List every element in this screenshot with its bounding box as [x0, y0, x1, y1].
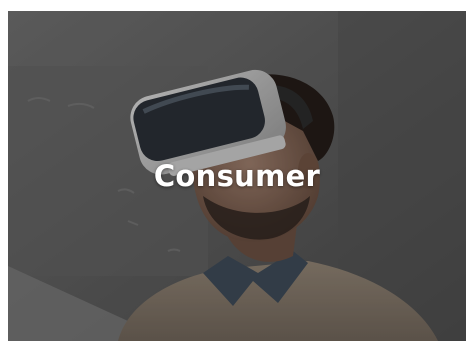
tile-title: Consumer [153, 159, 321, 193]
category-tile-consumer[interactable]: Consumer [8, 11, 466, 341]
